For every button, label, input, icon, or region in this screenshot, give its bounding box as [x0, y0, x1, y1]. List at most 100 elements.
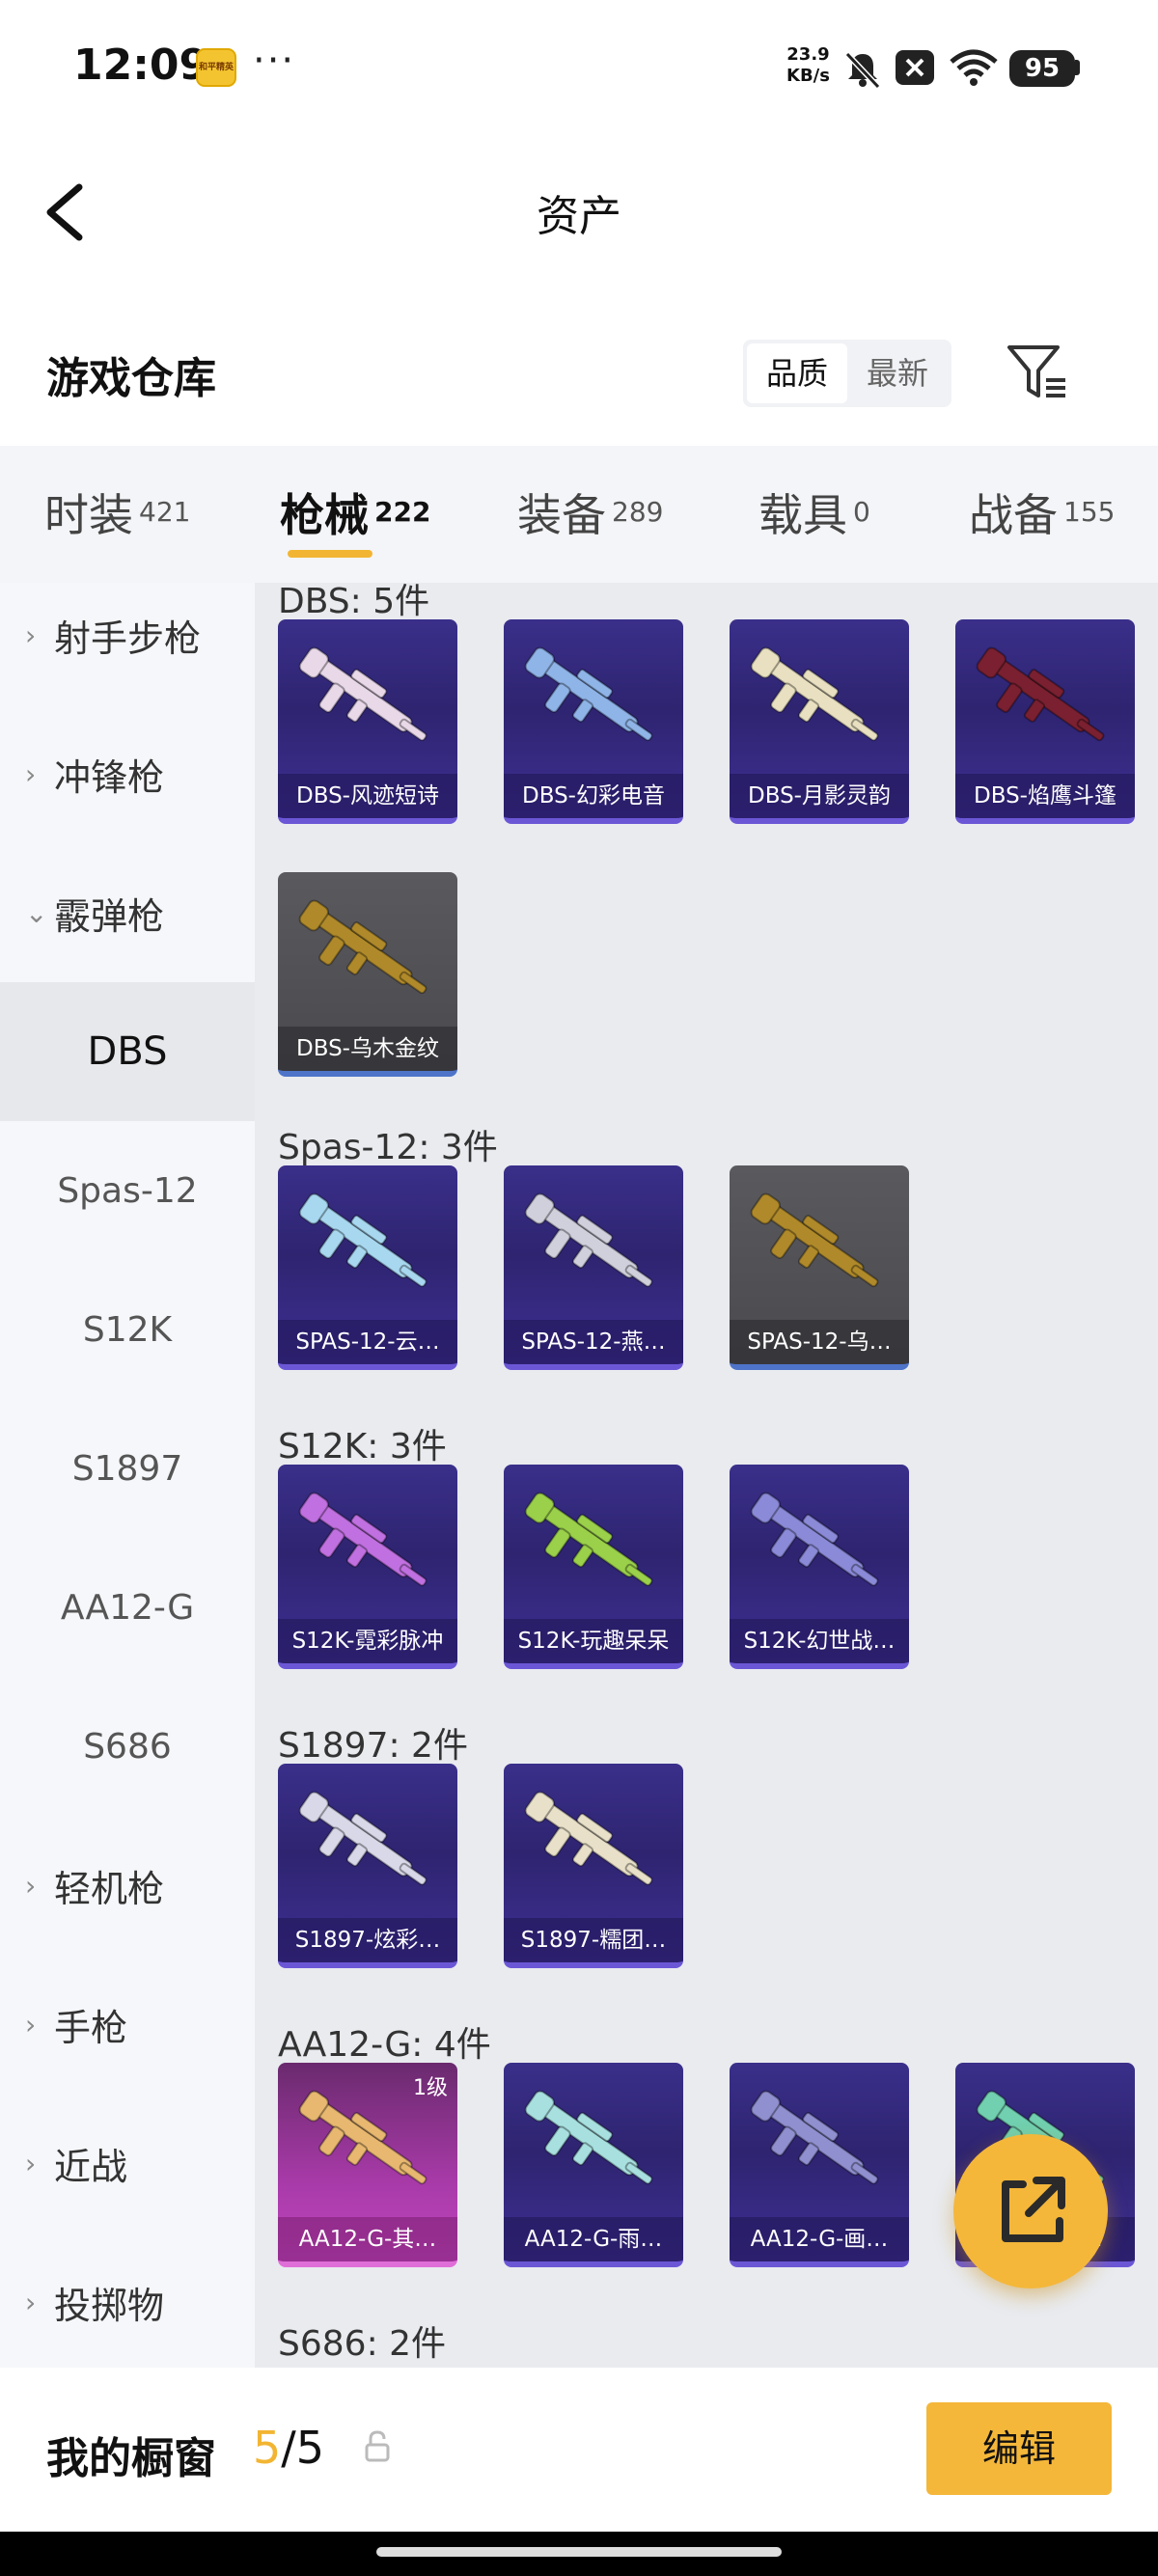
weapon-skin-card[interactable]: DBS-风迹短诗: [278, 619, 457, 824]
weapon-skin-image: [750, 646, 879, 742]
showcase-current: 5: [253, 2422, 282, 2474]
chevron-right-icon: ›: [25, 757, 37, 790]
weapon-skin-card[interactable]: S12K-幻世战…: [730, 1465, 909, 1669]
weapon-skin-image: [298, 1192, 427, 1288]
chevron-right-icon: ›: [25, 1869, 37, 1902]
weapon-skin-name: SPAS-12-燕…: [504, 1320, 683, 1364]
weapon-skin-name: DBS-焰鹰斗篷: [955, 774, 1135, 818]
sidebar-item-label: S686: [83, 1726, 172, 1767]
weapon-skin-card[interactable]: DBS-月影灵韵: [730, 619, 909, 824]
weapon-skin-card[interactable]: S12K-玩趣呆呆: [504, 1465, 683, 1669]
weapon-skin-card[interactable]: AA12-G-画…: [730, 2063, 909, 2267]
weapon-skin-card[interactable]: S1897-炫彩…: [278, 1764, 457, 1968]
chevron-down-icon: ⌄: [25, 896, 48, 929]
weapon-skin-card[interactable]: AA12-G-雨…: [504, 2063, 683, 2267]
warehouse-title: 游戏仓库: [46, 354, 216, 403]
lock-icon: [365, 2430, 390, 2462]
tab-vehicles[interactable]: 载具 0: [758, 480, 870, 544]
sort-toggle[interactable]: 品质 最新: [743, 340, 951, 407]
sidebar-item[interactable]: Spas-12: [0, 1121, 255, 1260]
tab-count: 0: [853, 495, 870, 528]
weapon-skin-card[interactable]: SPAS-12-乌…: [730, 1165, 909, 1370]
chevron-right-icon: ›: [25, 2147, 37, 2179]
network-speed-unit: KB/s: [786, 66, 830, 86]
weapon-skin-card[interactable]: S12K-霓彩脉冲: [278, 1465, 457, 1669]
network-speed-value: 23.9: [786, 44, 830, 65]
tab-count: 155: [1063, 495, 1116, 528]
sidebar-item-label: AA12-G: [60, 1587, 195, 1628]
weapon-skin-name: DBS-风迹短诗: [278, 774, 457, 818]
weapon-skin-image: [298, 1791, 427, 1886]
weapon-skin-image: [524, 1192, 653, 1288]
chevron-right-icon: ›: [25, 2008, 37, 2041]
sidebar-item[interactable]: › 手枪: [0, 1955, 255, 2094]
weapon-group-title: S1897: 2件: [278, 1726, 468, 1766]
wifi-icon: [950, 49, 998, 86]
weapon-skin-name: SPAS-12-乌…: [730, 1320, 909, 1364]
tab-count: 289: [612, 495, 664, 528]
weapon-type-sidebar: › 射手步枪 › 冲锋枪 ⌄ 霰弹枪 DBS Spas-12 S12K S1897 AA12-G S6…: [0, 583, 255, 2368]
sidebar-item[interactable]: › 轻机枪: [0, 1816, 255, 1955]
tab-label: 战备: [969, 489, 1058, 541]
tab-firearms[interactable]: 枪械 222: [280, 480, 430, 544]
sidebar-item[interactable]: DBS: [0, 982, 255, 1121]
weapon-skin-name: S12K-玩趣呆呆: [504, 1619, 683, 1663]
sidebar-item[interactable]: AA12-G: [0, 1538, 255, 1677]
weapon-skin-card[interactable]: DBS-乌木金纹: [278, 872, 457, 1077]
weapon-skin-card[interactable]: DBS-幻彩电音: [504, 619, 683, 824]
sidebar-item[interactable]: › 投掷物: [0, 2233, 255, 2371]
weapon-skin-name: S1897-糯团…: [504, 1918, 683, 1962]
weapon-skin-name: S12K-霓彩脉冲: [278, 1619, 457, 1663]
weapon-group-title: Spas-12: 3件: [278, 1128, 498, 1167]
weapon-skin-image: [750, 1192, 879, 1288]
sidebar-item-label: S12K: [82, 1309, 173, 1350]
sidebar-item-label: 投掷物: [54, 2284, 165, 2327]
weapon-skin-name: AA12-G-画…: [730, 2217, 909, 2261]
tab-supplies[interactable]: 战备 155: [969, 480, 1115, 544]
weapon-skin-name: AA12-G-其…: [278, 2217, 457, 2261]
weapon-skin-name: SPAS-12-云…: [278, 1320, 457, 1364]
edit-button[interactable]: 编辑: [926, 2402, 1112, 2495]
weapon-skin-card[interactable]: DBS-焰鹰斗篷: [955, 619, 1135, 824]
sidebar-item-label: 冲锋枪: [54, 755, 165, 799]
tab-equipment[interactable]: 装备 289: [517, 480, 663, 544]
sidebar-item[interactable]: › 近战: [0, 2094, 255, 2233]
category-tabs: 时装 421 枪械 222 装备 289 载具 0 战备 155: [0, 446, 1158, 583]
tab-label: 装备: [517, 489, 606, 541]
weapon-skin-name: AA12-G-雨…: [504, 2217, 683, 2261]
sidebar-item-label: 射手步枪: [54, 617, 202, 660]
weapon-skin-name: DBS-月影灵韵: [730, 774, 909, 818]
sidebar-item-label: DBS: [87, 1029, 168, 1074]
weapon-skin-card[interactable]: SPAS-12-云…: [278, 1165, 457, 1370]
more-notifications-indicator: ···: [253, 39, 296, 83]
weapon-skin-card[interactable]: 1级 AA12-G-其…: [278, 2063, 457, 2267]
weapon-group-title: DBS: 5件: [278, 583, 430, 621]
weapon-skin-image: [298, 1492, 427, 1587]
weapon-skin-image: [524, 646, 653, 742]
weapon-skin-card[interactable]: S1897-糯团…: [504, 1764, 683, 1968]
sort-newest-option[interactable]: 最新: [847, 343, 948, 403]
showcase-bar: 我的橱窗 5/5 编辑: [0, 2368, 1158, 2532]
tab-fashion[interactable]: 时装 421: [44, 480, 190, 544]
tab-label: 时装: [44, 489, 133, 541]
active-tab-indicator: [288, 550, 372, 558]
sidebar-item[interactable]: ⌄ 霰弹枪: [0, 843, 255, 982]
home-indicator[interactable]: [376, 2547, 782, 2557]
weapon-skin-image: [750, 2090, 879, 2185]
showcase-count: 5/5: [253, 2422, 324, 2474]
weapon-skin-image: [750, 1492, 879, 1587]
filter-icon[interactable]: [1004, 342, 1071, 405]
weapon-skin-image: [976, 646, 1105, 742]
sidebar-item[interactable]: S686: [0, 1677, 255, 1816]
weapon-skin-card[interactable]: SPAS-12-燕…: [504, 1165, 683, 1370]
sidebar-item[interactable]: › 冲锋枪: [0, 704, 255, 843]
sidebar-item[interactable]: S1897: [0, 1399, 255, 1538]
sidebar-item[interactable]: › 射手步枪: [0, 565, 255, 704]
weapon-grid: DBS: 5件 DBS-风迹短诗 DBS-幻彩电音 DBS-月影灵韵 DBS-焰鹰斗篷 D…: [255, 583, 1158, 2368]
sidebar-item[interactable]: S12K: [0, 1260, 255, 1399]
weapon-skin-name: DBS-乌木金纹: [278, 1027, 457, 1071]
share-button[interactable]: [953, 2134, 1108, 2288]
showcase-total: 5: [295, 2422, 325, 2474]
sort-quality-option[interactable]: 品质: [747, 343, 847, 403]
page-title: 资产: [537, 192, 621, 241]
